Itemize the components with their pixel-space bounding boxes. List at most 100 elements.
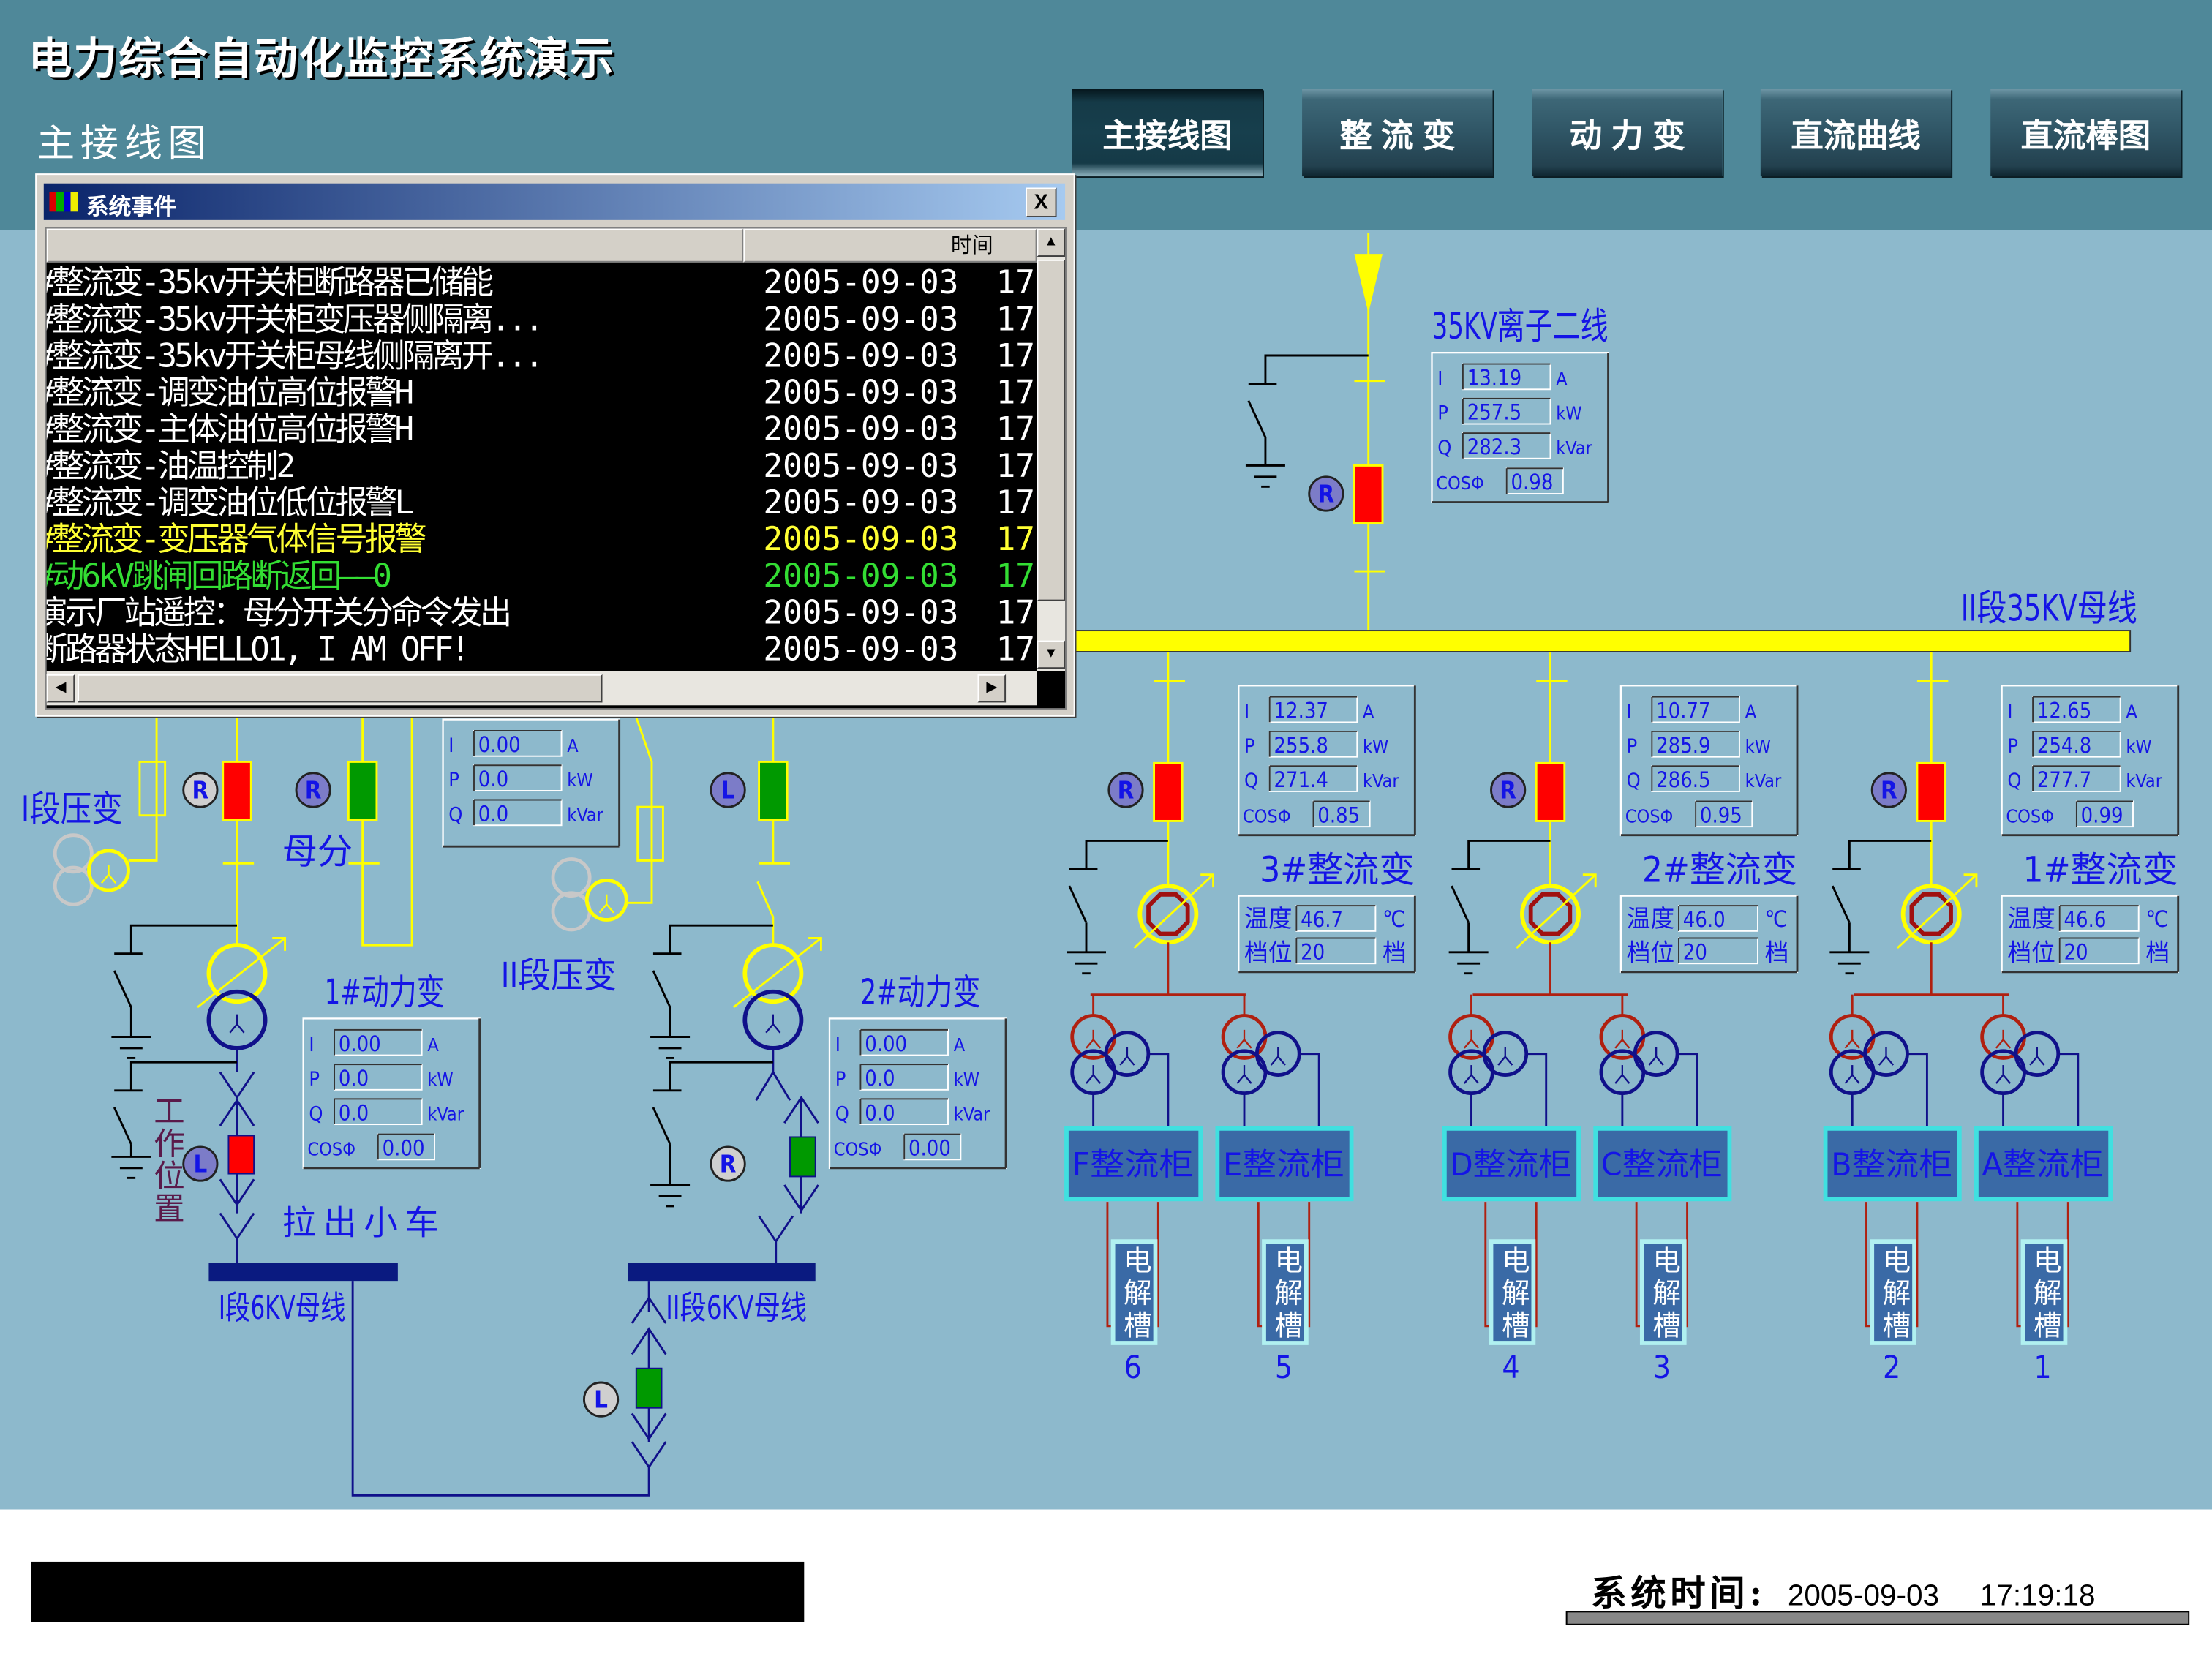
event-date: 2005-09-03 — [763, 448, 959, 486]
scroll-left-icon[interactable]: ◀ — [46, 674, 75, 703]
bus-6kv-1-label: I段6KV母线 — [219, 1290, 346, 1327]
event-date: 2005-09-03 — [763, 595, 959, 632]
measure-value-P: 285.9 — [1656, 733, 1710, 758]
event-row[interactable]: 断路器状态HELLO1, I AM OFF! 2005-09-03 17 — [47, 632, 1034, 669]
scroll-right-icon[interactable]: ▶ — [977, 674, 1007, 703]
feeder-breaker — [1153, 761, 1184, 822]
measure-unit: kW — [1556, 403, 1581, 424]
measure-label-Q: Q — [835, 1102, 849, 1125]
feeder-breaker — [1535, 761, 1566, 822]
event-row[interactable]: #动6kV跳闸回路断返回——0 2005-09-03 17 — [47, 559, 1034, 595]
temperature-label: 温度 — [2007, 905, 2055, 933]
event-row[interactable]: #整流变-调变油位高位报警H 2005-09-03 17 — [47, 375, 1034, 412]
vertical-scrollbar[interactable]: ▲ ▼ — [1037, 228, 1066, 672]
measure-label-Q: Q — [1627, 770, 1641, 792]
event-text: #整流变-35kv开关柜变压器侧隔离... — [46, 301, 544, 339]
wye-icon — [1995, 1038, 2012, 1049]
measure-unit: A — [1556, 368, 1568, 389]
measure-unit: kW — [427, 1069, 453, 1090]
column-header-time[interactable]: 时间 — [743, 228, 1037, 263]
event-row[interactable]: #整流变-35kv开关柜母线侧隔离开... 2005-09-03 17 — [47, 339, 1034, 375]
scada-screen: 电力综合自动化监控系统演示 主接线图 主接线图 整 流 变 动 力 变 直流曲线… — [0, 0, 2212, 1659]
event-row[interactable]: #整流变-油温控制2 2005-09-03 17 — [47, 448, 1034, 485]
badge-letter: R — [720, 1151, 737, 1178]
rectifier-cabinet-label: B整流柜 — [1831, 1147, 1952, 1183]
column-header-event[interactable] — [46, 228, 744, 263]
power-feeder-breaker — [222, 760, 252, 821]
measure-unit: kVar — [1556, 437, 1592, 459]
vertical-scroll-thumb[interactable] — [1037, 259, 1066, 601]
horizontal-scrollbar[interactable]: ◀ ▶ — [46, 671, 1037, 706]
measure-label-I: I — [1627, 701, 1632, 723]
measure-unit: kVar — [567, 804, 603, 825]
cart-contact-icon — [219, 1071, 255, 1100]
event-row[interactable]: #整流变-35kv开关柜变压器侧隔离... 2005-09-03 17 — [47, 302, 1034, 339]
fuse-icon — [138, 760, 167, 817]
pt-winding-icon — [551, 857, 592, 898]
measure-label-I: I — [2007, 701, 2012, 723]
tank-number: 2 — [1883, 1350, 1900, 1386]
wye-icon — [1463, 1073, 1480, 1084]
event-text: #整流变-变压器气体信号报警 — [46, 522, 427, 559]
bus-35kv — [1074, 630, 2132, 652]
wye-icon — [1463, 1038, 1480, 1049]
measure-label-P: P — [1244, 735, 1255, 758]
event-row[interactable]: 演示厂站遥控：母分开关分命令发出 2005-09-03 17 — [47, 595, 1034, 632]
wye-icon — [1878, 1055, 1895, 1066]
measure-value-P: 255.8 — [1274, 733, 1328, 758]
measure-value-P: 0.0 — [339, 1066, 369, 1091]
bus-6kv-1 — [208, 1263, 398, 1282]
grounding-switch-blade — [1068, 885, 1088, 923]
measure-value-P: 0.0 — [865, 1066, 895, 1091]
measure-label-P: P — [2007, 735, 2018, 758]
event-row[interactable]: #整流变-35kv开关柜断路器已储能 2005-09-03 17 — [47, 266, 1034, 302]
app-icon — [49, 192, 78, 212]
event-time: 17 — [996, 485, 1034, 522]
rectifier-transformer-label: 1#整流变 — [2023, 849, 2178, 890]
event-date: 2005-09-03 — [763, 412, 959, 449]
tank-number: 3 — [1653, 1350, 1671, 1386]
grounding-switch-blade — [1451, 885, 1470, 923]
event-list: 时间 #整流变-35kv开关柜断路器已储能 2005-09-03 17 #整流变-35… — [45, 227, 1066, 710]
measure-label-cos: COSΦ — [1625, 805, 1674, 827]
measure-label-Q: Q — [2007, 770, 2021, 792]
measure-unit: kW — [1745, 736, 1771, 757]
close-button[interactable]: X — [1026, 187, 1057, 217]
event-text: #整流变-主体油位高位报警H — [46, 412, 414, 449]
badge-letter: R — [192, 777, 209, 805]
feeder-breaker — [1916, 761, 1946, 822]
grounding-switch — [1848, 839, 1932, 869]
work-position-label: 工作位置 — [149, 1094, 185, 1224]
measure-value-I: 0.00 — [865, 1031, 907, 1056]
horizontal-scroll-thumb[interactable] — [78, 674, 603, 703]
wye-icon — [765, 1023, 781, 1034]
event-time: 17 — [996, 595, 1034, 632]
scroll-up-icon[interactable]: ▲ — [1037, 228, 1066, 257]
cabinet-feed — [1526, 1053, 1548, 1129]
electrolytic-tank-label: 电解槽 — [1647, 1244, 1679, 1343]
measure-label-cos: COSΦ — [1243, 805, 1291, 827]
event-time: 17 — [996, 375, 1034, 413]
measure-unit: kVar — [1745, 770, 1782, 791]
event-text: 演示厂站遥控：母分开关分命令发出 — [46, 595, 512, 632]
event-row[interactable]: #整流变-变压器气体信号报警 2005-09-03 17 — [47, 522, 1034, 559]
event-text: 断路器状态HELLO1, I AM OFF! — [46, 631, 470, 669]
event-row[interactable]: #整流变-主体油位高位报警H 2005-09-03 17 — [47, 412, 1034, 448]
window-title-bar[interactable]: 系统事件 X — [43, 183, 1066, 220]
bus-35kv-label: II段35KV母线 — [1961, 587, 2137, 630]
measure-label-P: P — [835, 1068, 846, 1091]
scroll-down-icon[interactable]: ▼ — [1037, 640, 1066, 669]
time-bar — [1565, 1611, 2190, 1625]
system-events-window: 系统事件 X 时间 #整流变-35kv开关柜断路器已储能 2005-09-03 17… — [35, 173, 1075, 717]
measure-value-Q: 0.0 — [339, 1100, 369, 1125]
temperature-label: 温度 — [1627, 905, 1675, 933]
measure-unit: kVar — [2126, 770, 2162, 791]
event-date: 2005-09-03 — [763, 522, 959, 559]
badge-letter: R — [1318, 481, 1335, 508]
badge-letter: R — [1118, 777, 1135, 805]
tap-label: 档位 — [1244, 938, 1293, 966]
event-row[interactable]: #整流变-调变油位低位报警L 2005-09-03 17 — [47, 485, 1034, 522]
measure-value-cos: 0.85 — [1317, 802, 1360, 827]
event-time: 17 — [996, 558, 1034, 595]
event-text: #整流变-调变油位低位报警L — [46, 485, 414, 522]
